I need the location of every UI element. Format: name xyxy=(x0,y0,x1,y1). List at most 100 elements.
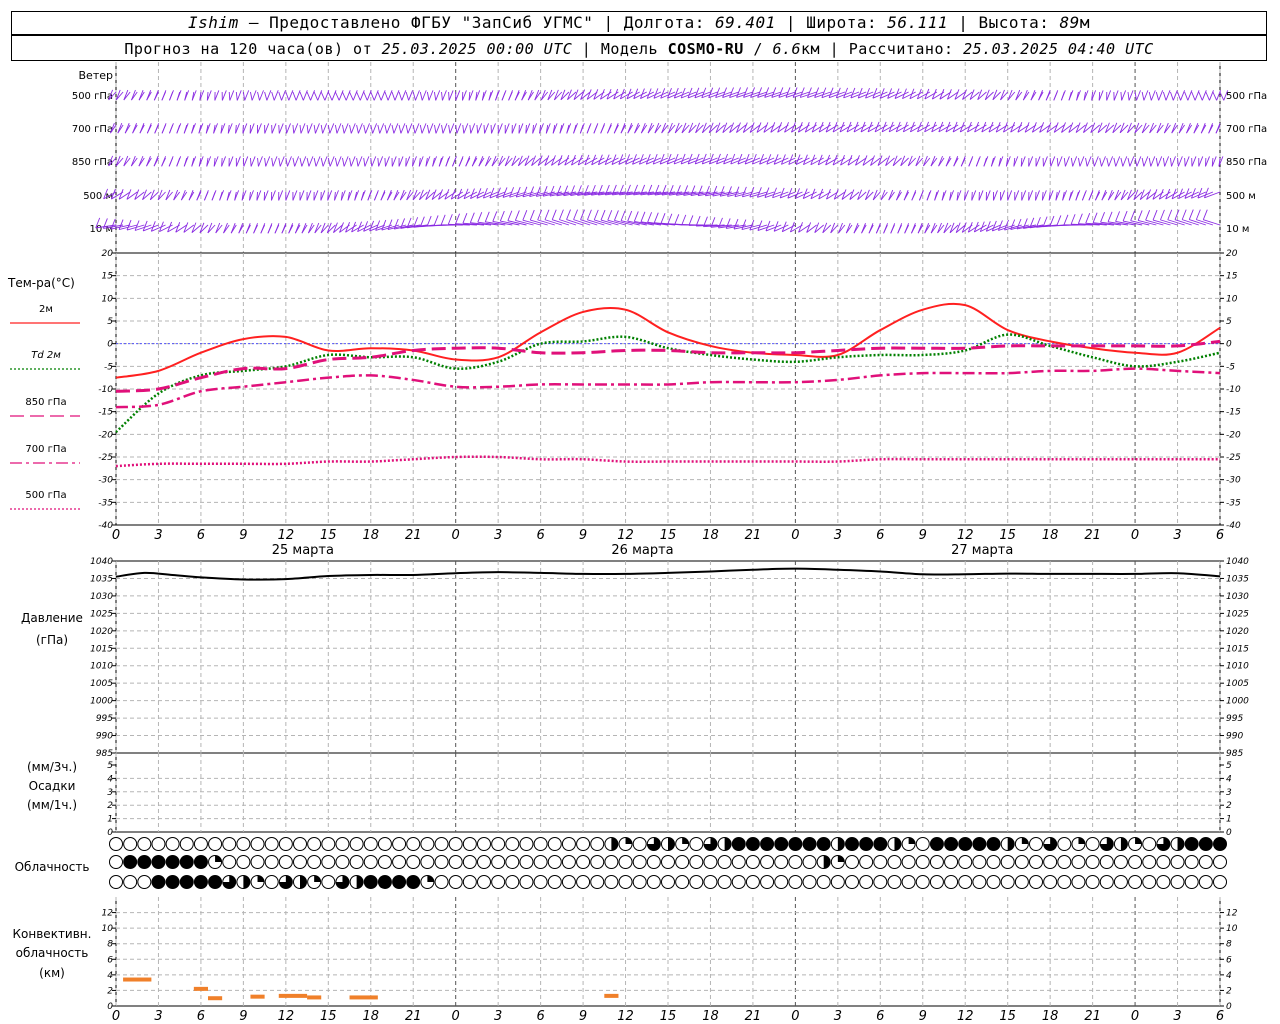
wind-barb-flag xyxy=(228,156,234,167)
wind-barb-flag xyxy=(633,211,639,222)
wind-barb-flag xyxy=(660,213,666,224)
cloud-symbol xyxy=(1029,855,1043,869)
cloud-symbol-fill xyxy=(837,837,845,851)
conv-bar xyxy=(193,986,208,991)
conv-hour-label: 3 xyxy=(834,1009,842,1024)
conv-hour-label: 18 xyxy=(1042,1009,1059,1024)
precip-tick-label: 4 xyxy=(107,774,113,784)
wind-barb-flag xyxy=(281,90,286,101)
wind-barb-flag xyxy=(1000,89,1005,101)
wind-barb-flag xyxy=(380,190,386,201)
cloud-symbol xyxy=(477,875,491,889)
wind-barb-flag xyxy=(733,218,739,230)
temp-hour-label: 21 xyxy=(405,528,422,543)
wind-barb-flag xyxy=(449,123,455,134)
wind-barb-flag xyxy=(322,156,328,167)
temp-hour-label: 0 xyxy=(452,528,460,543)
wind-barb-flag xyxy=(244,90,250,101)
wind-barb-flag xyxy=(1035,156,1041,167)
pressure-tick-label: 1025 xyxy=(90,609,113,619)
wind-barb xyxy=(1141,124,1150,134)
cloud-symbol xyxy=(632,875,647,889)
wind-barb xyxy=(668,124,676,134)
wind-barb-flag xyxy=(1180,90,1186,101)
cloud-symbol xyxy=(986,875,1001,889)
wind-barb xyxy=(370,91,375,101)
wind-barb-flag xyxy=(477,123,483,134)
temp-hour-label: 9 xyxy=(919,528,927,543)
conv-tick-label: 6 xyxy=(1226,955,1232,965)
wind-barb-flag xyxy=(620,210,626,221)
wind-barb-flag xyxy=(1149,122,1154,134)
wind-barb xyxy=(342,91,347,101)
cloud-symbol xyxy=(1184,855,1199,869)
cloud-symbol xyxy=(236,855,251,869)
wind-barb xyxy=(1141,91,1145,101)
wind-barb-flag xyxy=(380,90,386,101)
wind-barb xyxy=(384,157,386,167)
wind-barb-flag xyxy=(712,185,718,197)
wind-level-label-right: 500 гПа xyxy=(1226,91,1267,102)
wind-barb-flag xyxy=(176,123,182,134)
wind-level-label-right: 10 м xyxy=(1226,224,1249,235)
wind-barb-flag xyxy=(1143,90,1149,101)
precip-tick-label: 1 xyxy=(107,815,113,825)
wind-barb-flag xyxy=(1038,90,1043,101)
wind-barb xyxy=(349,124,352,134)
wind-barb-flag xyxy=(378,156,384,167)
wind-barb-flag xyxy=(400,123,406,134)
wind-barb-flag xyxy=(890,223,896,234)
wind-barb-flag xyxy=(191,156,197,167)
cloud-symbol xyxy=(802,855,817,869)
wind-barb-flag xyxy=(294,156,300,167)
wind-barb-flag xyxy=(587,209,592,220)
wind-barb-flag xyxy=(394,90,400,101)
wind-barb-flag xyxy=(1075,190,1081,201)
wind-barb-flag xyxy=(343,123,349,134)
wind-barb-flag xyxy=(153,156,159,167)
cloud-symbol xyxy=(137,837,152,851)
wind-barb-flag xyxy=(1064,156,1070,167)
wind-barb xyxy=(504,157,513,167)
temp-tick-label: -5 xyxy=(1226,362,1235,372)
cloud-symbol xyxy=(278,855,293,869)
wind-barb-flag xyxy=(1150,90,1156,101)
wind-level-label: 500 гПа xyxy=(72,91,113,102)
wind-barb-flag xyxy=(1143,156,1149,167)
wind-barb-flag xyxy=(674,214,680,225)
wind-barb-flag xyxy=(953,156,959,167)
wind-barb-flag xyxy=(463,123,469,134)
cloud-symbol xyxy=(1057,875,1072,889)
wind-barb xyxy=(1127,91,1130,101)
conv-hour-label: 21 xyxy=(405,1009,422,1024)
cloud-symbol xyxy=(1085,855,1100,869)
temp-hour-label: 6 xyxy=(1216,528,1224,543)
wind-barb-flag xyxy=(183,123,189,134)
wind-barb-flag xyxy=(235,156,241,167)
cloud-symbol xyxy=(561,875,576,889)
wind-barb-flag xyxy=(306,190,312,201)
wind-barb-flag xyxy=(455,90,461,101)
wind-barb-flag xyxy=(540,89,546,101)
wind-barb-flag xyxy=(440,214,446,226)
cloud-symbol xyxy=(576,855,591,869)
conv-hour-label: 0 xyxy=(112,1009,120,1024)
pressure-tick-label: 1025 xyxy=(1226,609,1249,619)
wind-barb-flag xyxy=(428,90,434,101)
conv-tick-label: 2 xyxy=(1226,986,1232,996)
wind-barb xyxy=(937,224,945,234)
cloud-symbol xyxy=(377,875,392,889)
wind-barb-flag xyxy=(315,123,320,134)
wind-barb-flag xyxy=(573,123,578,134)
conv-tick-label: 0 xyxy=(1226,1002,1232,1012)
temp-tick-label: 15 xyxy=(102,272,114,282)
conv-bar xyxy=(604,993,619,998)
wind-barb xyxy=(448,124,451,134)
wind-barb-flag xyxy=(1164,156,1170,167)
cloud-symbol xyxy=(717,855,732,869)
wind-barb-flag xyxy=(165,189,171,201)
wind-barb-flag xyxy=(1136,156,1142,167)
temp-title: Тем-ра(°C) xyxy=(7,276,75,290)
wind-barb-flag xyxy=(196,190,202,201)
wind-barb xyxy=(448,91,450,101)
